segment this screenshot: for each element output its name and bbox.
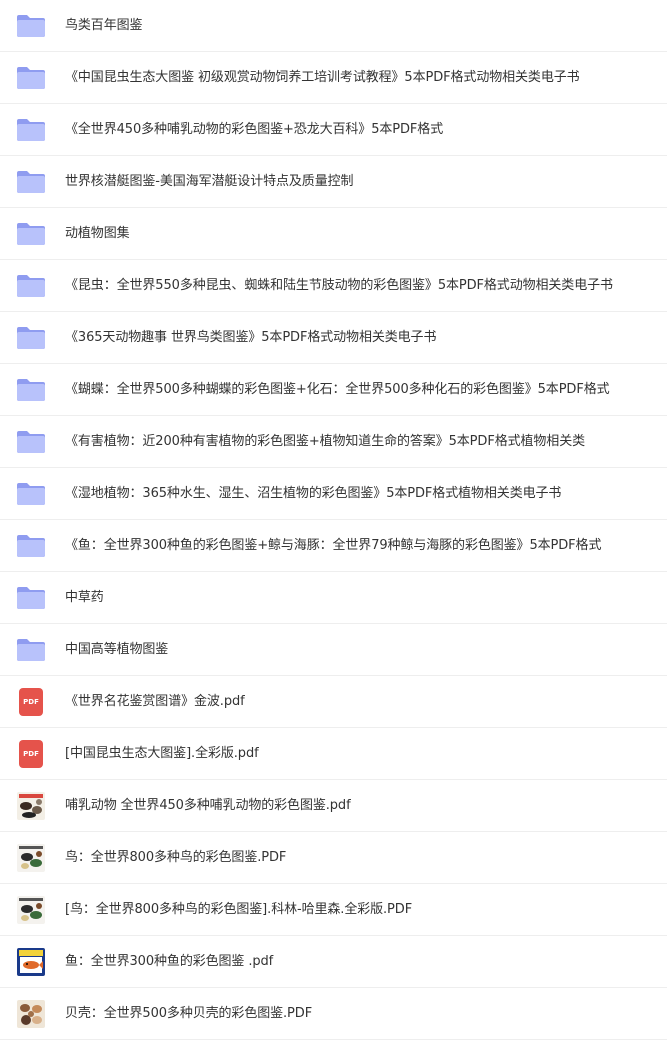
pdf-file-icon: PDF <box>17 739 45 768</box>
file-row[interactable]: 哺乳动物 全世界450多种哺乳动物的彩色图鉴.pdf <box>0 780 667 832</box>
folder-row[interactable]: 世界核潜艇图鉴-美国海军潜艇设计特点及质量控制 <box>0 156 667 208</box>
folder-icon <box>17 324 45 352</box>
pdf-badge: PDF <box>19 739 43 768</box>
item-name: 《有害植物：近200种有害植物的彩色图鉴+植物知道生命的答案》5本PDF格式植物… <box>65 433 586 449</box>
file-row[interactable]: 鸟：全世界800多种鸟的彩色图鉴.PDF <box>0 832 667 884</box>
folder-icon <box>17 12 45 40</box>
file-row[interactable]: 贝壳：全世界500多种贝壳的彩色图鉴.PDF <box>0 988 667 1040</box>
book-cover-thumbnail <box>17 895 45 924</box>
item-name: 《365天动物趣事 世界鸟类图鉴》5本PDF格式动物相关类电子书 <box>65 329 437 345</box>
folder-row[interactable]: 《有害植物：近200种有害植物的彩色图鉴+植物知道生命的答案》5本PDF格式植物… <box>0 416 667 468</box>
file-row[interactable]: PDF 《世界名花鉴赏图谱》金波.pdf <box>0 676 667 728</box>
folder-icon <box>17 636 45 664</box>
folder-icon <box>17 220 45 248</box>
item-name: [鸟：全世界800多种鸟的彩色图鉴].科林-哈里森.全彩版.PDF <box>65 901 413 917</box>
folder-row[interactable]: 鸟类百年图鉴 <box>0 0 667 52</box>
folder-icon <box>17 584 45 612</box>
book-cover-thumbnail <box>17 791 45 820</box>
item-name: 《昆虫：全世界550多种昆虫、蜘蛛和陆生节肢动物的彩色图鉴》5本PDF格式动物相… <box>65 277 613 293</box>
folder-row[interactable]: 《中国昆虫生态大图鉴 初级观赏动物饲养工培训考试教程》5本PDF格式动物相关类电… <box>0 52 667 104</box>
book-cover-thumbnail <box>17 843 45 872</box>
item-name: 鱼：全世界300种鱼的彩色图鉴 .pdf <box>65 953 274 969</box>
folder-row[interactable]: 《365天动物趣事 世界鸟类图鉴》5本PDF格式动物相关类电子书 <box>0 312 667 364</box>
folder-row[interactable]: 《蝴蝶：全世界500多种蝴蝶的彩色图鉴+化石：全世界500多种化石的彩色图鉴》5… <box>0 364 667 416</box>
book-cover-thumbnail <box>17 947 45 976</box>
file-row[interactable]: [鸟：全世界800多种鸟的彩色图鉴].科林-哈里森.全彩版.PDF <box>0 884 667 936</box>
folder-row[interactable]: 《鱼：全世界300种鱼的彩色图鉴+鲸与海豚：全世界79种鲸与海豚的彩色图鉴》5本… <box>0 520 667 572</box>
item-name: 鸟：全世界800多种鸟的彩色图鉴.PDF <box>65 849 287 865</box>
folder-row[interactable]: 《昆虫：全世界550多种昆虫、蜘蛛和陆生节肢动物的彩色图鉴》5本PDF格式动物相… <box>0 260 667 312</box>
folder-row[interactable]: 中国高等植物图鉴 <box>0 624 667 676</box>
folder-row[interactable]: 《全世界450多种哺乳动物的彩色图鉴+恐龙大百科》5本PDF格式 <box>0 104 667 156</box>
folder-icon <box>17 64 45 92</box>
item-name: 《鱼：全世界300种鱼的彩色图鉴+鲸与海豚：全世界79种鲸与海豚的彩色图鉴》5本… <box>65 537 602 553</box>
folder-row[interactable]: 动植物图集 <box>0 208 667 260</box>
folder-icon <box>17 116 45 144</box>
item-name: 《蝴蝶：全世界500多种蝴蝶的彩色图鉴+化石：全世界500多种化石的彩色图鉴》5… <box>65 381 610 397</box>
pdf-badge: PDF <box>19 687 43 716</box>
folder-icon <box>17 480 45 508</box>
pdf-file-icon: PDF <box>17 687 45 716</box>
item-name: 《湿地植物：365种水生、湿生、沼生植物的彩色图鉴》5本PDF格式植物相关类电子… <box>65 485 562 501</box>
item-name: 《中国昆虫生态大图鉴 初级观赏动物饲养工培训考试教程》5本PDF格式动物相关类电… <box>65 69 580 85</box>
item-name: [中国昆虫生态大图鉴].全彩版.pdf <box>65 745 259 761</box>
item-name: 动植物图集 <box>65 225 130 241</box>
item-name: 哺乳动物 全世界450多种哺乳动物的彩色图鉴.pdf <box>65 797 351 813</box>
item-name: 中国高等植物图鉴 <box>65 641 169 657</box>
item-name: 《全世界450多种哺乳动物的彩色图鉴+恐龙大百科》5本PDF格式 <box>65 121 444 137</box>
file-row[interactable]: PDF [中国昆虫生态大图鉴].全彩版.pdf <box>0 728 667 780</box>
item-name: 《世界名花鉴赏图谱》金波.pdf <box>65 693 245 709</box>
item-name: 鸟类百年图鉴 <box>65 17 143 33</box>
item-name: 贝壳：全世界500多种贝壳的彩色图鉴.PDF <box>65 1005 313 1021</box>
item-name: 中草药 <box>65 589 104 605</box>
folder-icon <box>17 428 45 456</box>
folder-icon <box>17 376 45 404</box>
file-row[interactable]: 鱼：全世界300种鱼的彩色图鉴 .pdf <box>0 936 667 988</box>
item-name: 世界核潜艇图鉴-美国海军潜艇设计特点及质量控制 <box>65 173 354 189</box>
folder-row[interactable]: 《湿地植物：365种水生、湿生、沼生植物的彩色图鉴》5本PDF格式植物相关类电子… <box>0 468 667 520</box>
folder-icon <box>17 532 45 560</box>
folder-icon <box>17 272 45 300</box>
folder-icon <box>17 168 45 196</box>
book-cover-thumbnail <box>17 999 45 1028</box>
folder-row[interactable]: 中草药 <box>0 572 667 624</box>
file-list: 鸟类百年图鉴《中国昆虫生态大图鉴 初级观赏动物饲养工培训考试教程》5本PDF格式… <box>0 0 667 1040</box>
